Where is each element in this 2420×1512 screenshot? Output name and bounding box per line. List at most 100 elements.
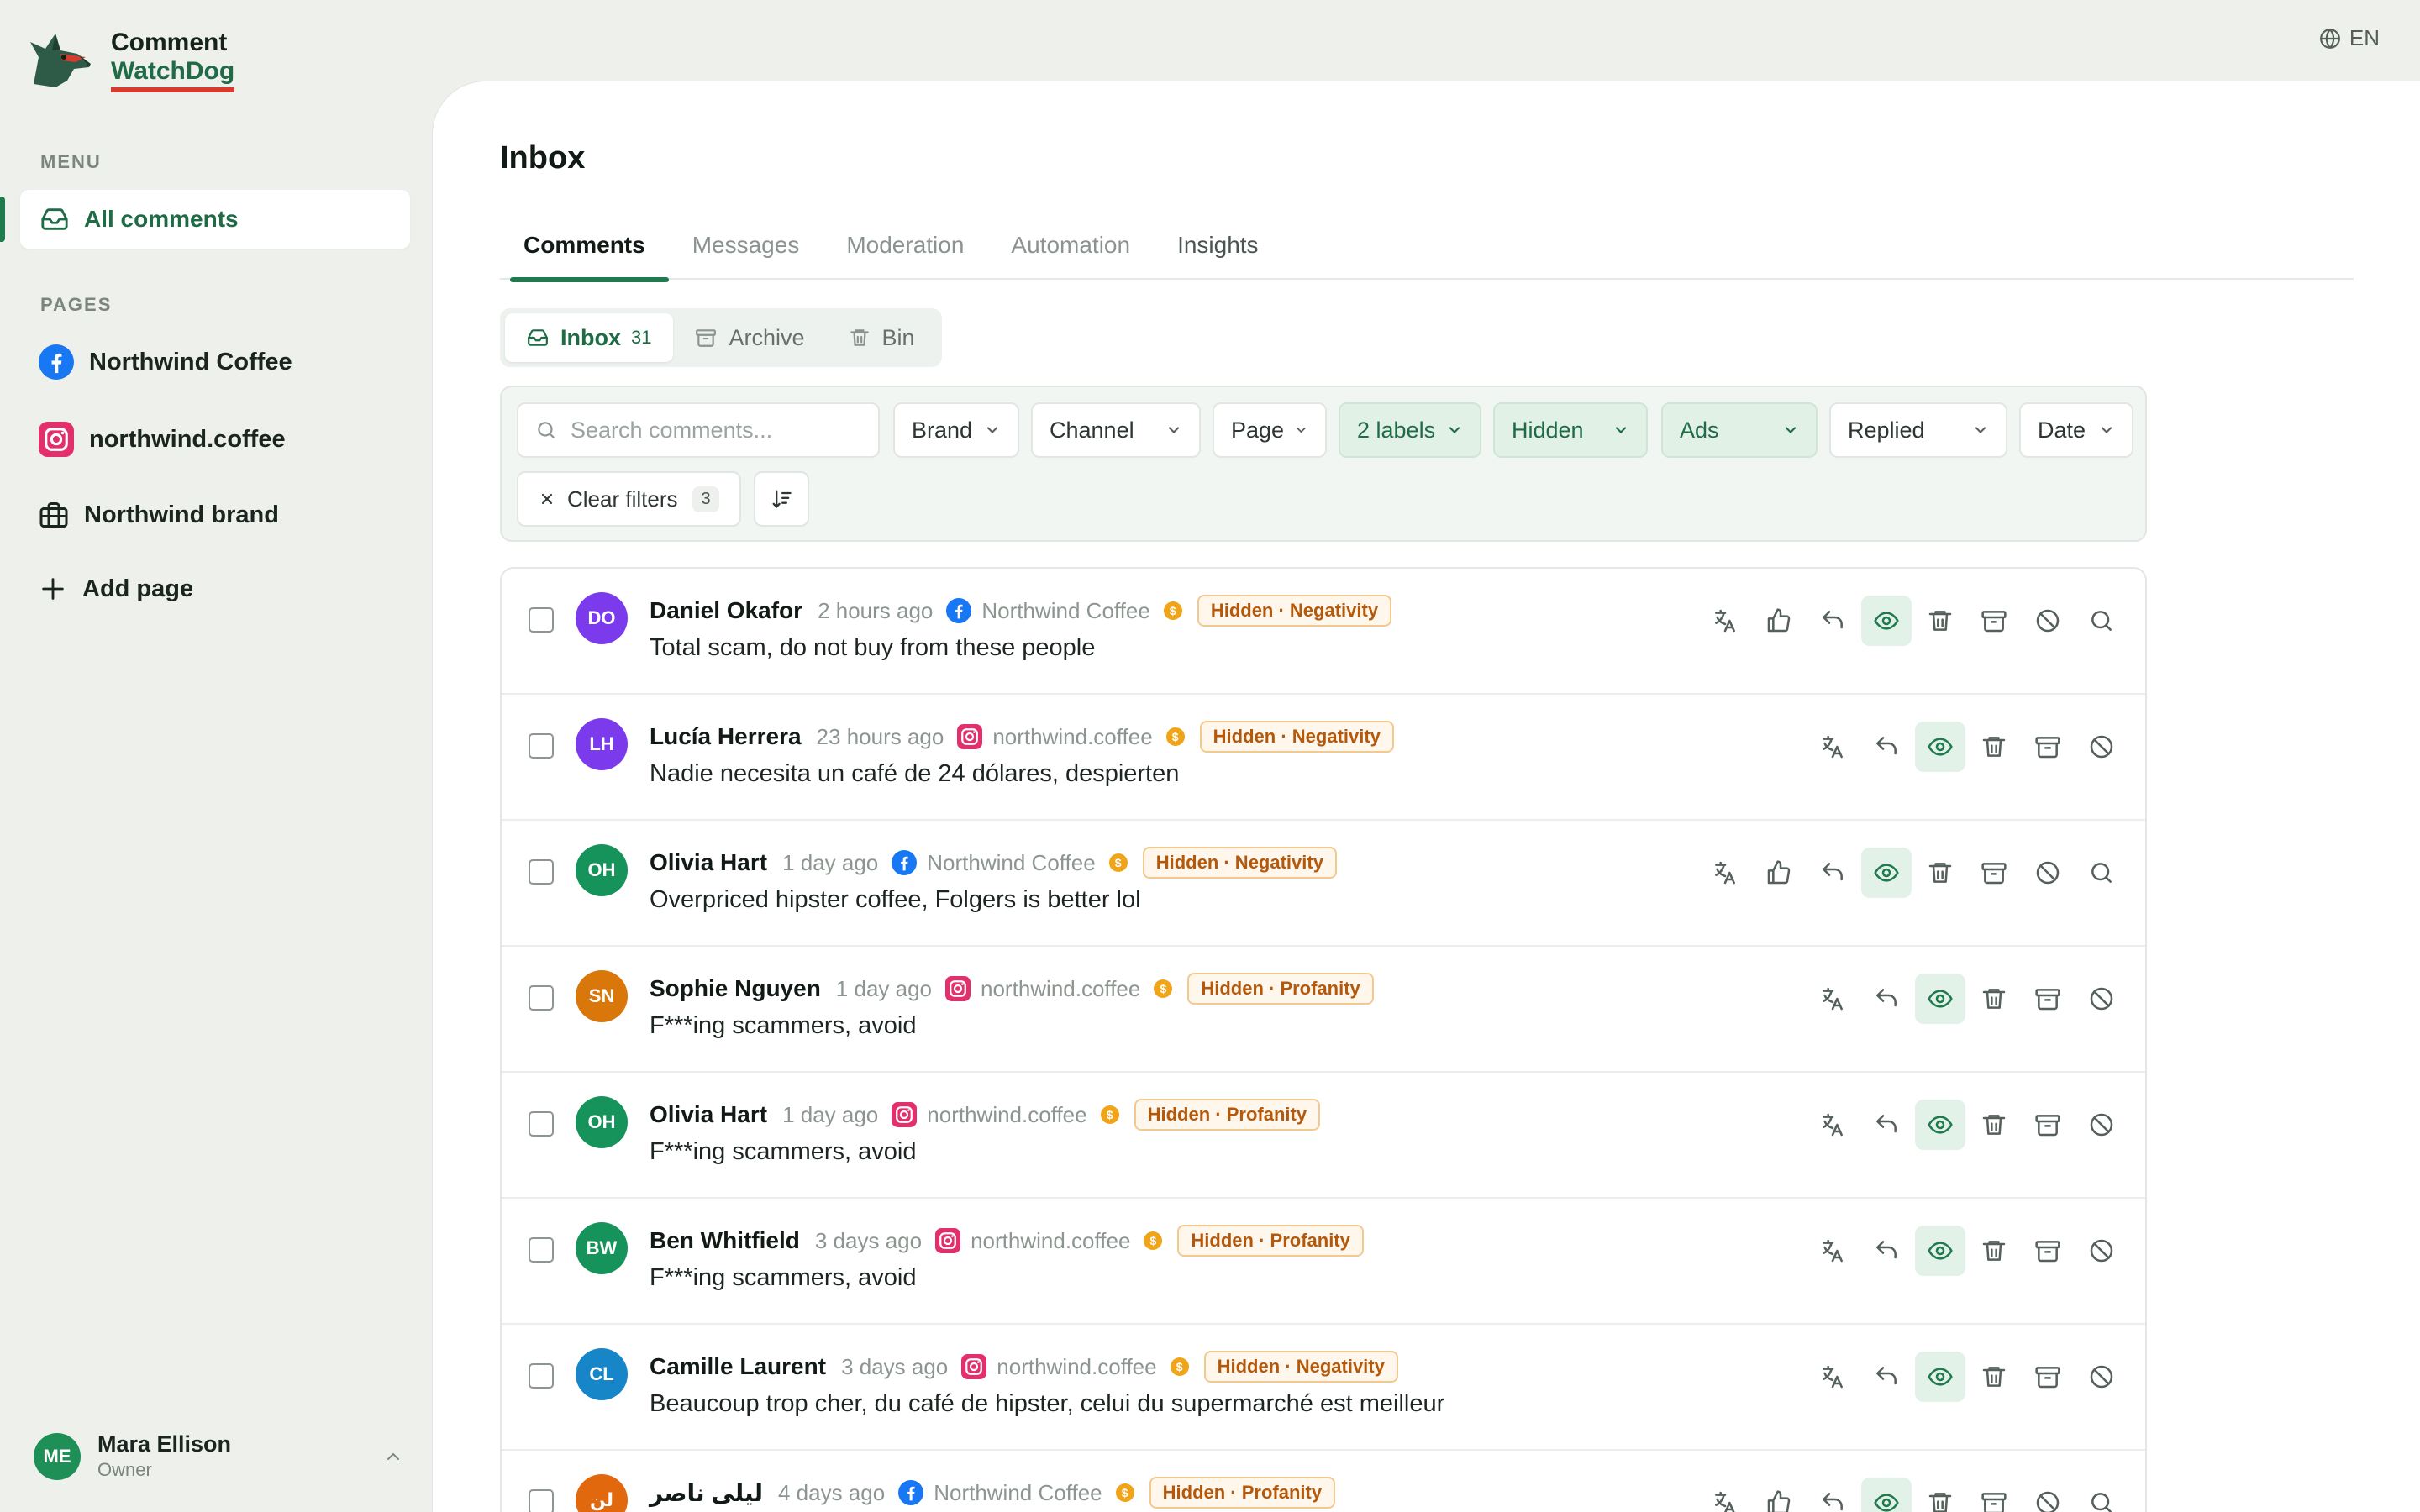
comment-source[interactable]: northwind.coffee [892,1102,1087,1128]
translate-button[interactable] [1807,1226,1858,1276]
translate-button[interactable] [1700,1478,1750,1512]
filter-date-dropdown[interactable]: Date [2019,402,2133,458]
block-user-button[interactable] [2023,596,2073,646]
comment-row[interactable]: BW Ben Whitfield 3 days ago northwind.coffe… [502,1199,2145,1325]
tab-comments[interactable]: Comments [500,224,669,282]
comment-author[interactable]: Sophie Nguyen [650,975,821,1002]
block-user-button[interactable] [2076,1226,2127,1276]
delete-button[interactable] [1915,1478,1965,1512]
unhide-button[interactable] [1861,596,1912,646]
block-user-button[interactable] [2076,974,2127,1024]
comment-row[interactable]: SN Sophie Nguyen 1 day ago northwind.coffee… [502,947,2145,1073]
delete-button[interactable] [1969,1352,2019,1402]
reply-button[interactable] [1807,848,1858,898]
comment-source[interactable]: northwind.coffee [961,1354,1157,1380]
unhide-button[interactable] [1861,848,1912,898]
sort-button[interactable] [754,471,809,527]
archive-button[interactable] [1969,596,2019,646]
unhide-button[interactable] [1915,974,1965,1024]
reply-button[interactable] [1861,722,1912,772]
comment-row[interactable]: OH Olivia Hart 1 day ago Northwind Coffee $ H… [502,821,2145,947]
archive-button[interactable] [2023,722,2073,772]
language-switcher[interactable]: EN [2319,25,2380,51]
translate-button[interactable] [1700,848,1750,898]
translate-button[interactable] [1807,974,1858,1024]
reply-button[interactable] [1807,596,1858,646]
tab-messages[interactable]: Messages [669,224,823,280]
delete-button[interactable] [1915,596,1965,646]
archive-button[interactable] [2023,1352,2073,1402]
unhide-button[interactable] [1915,722,1965,772]
archive-button[interactable] [1969,848,2019,898]
translate-button[interactable] [1807,722,1858,772]
segment-inbox[interactable]: Inbox 31 [505,313,674,362]
filter-replied-dropdown[interactable]: Replied [1829,402,2007,458]
search-input[interactable] [571,417,873,444]
user-menu[interactable]: ME Mara Ellison Owner [34,1431,403,1481]
comment-author[interactable]: ليلى ناصر [650,1479,763,1507]
comment-source[interactable]: Northwind Coffee [946,598,1150,624]
comment-author[interactable]: Olivia Hart [650,849,767,876]
clear-filters-button[interactable]: Clear filters 3 [517,471,741,527]
comment-row[interactable]: DO Daniel Okafor 2 hours ago Northwind Coff… [502,569,2145,695]
block-user-button[interactable] [2076,1100,2127,1150]
segment-bin[interactable]: Bin [827,313,937,362]
comment-row[interactable]: LH Lucía Herrera 23 hours ago northwind.cof… [502,695,2145,821]
comment-source[interactable]: Northwind Coffee [898,1480,1102,1506]
delete-button[interactable] [1969,1100,2019,1150]
comment-row[interactable]: OH Olivia Hart 1 day ago northwind.coffee $ H… [502,1073,2145,1199]
comment-row[interactable]: CL Camille Laurent 3 days ago northwind.cof… [502,1325,2145,1451]
segment-archive[interactable]: Archive [673,313,826,362]
comment-author[interactable]: Lucía Herrera [650,723,802,750]
row-checkbox[interactable] [529,1111,554,1137]
sidebar-page-northwind-ig[interactable]: northwind.coffee [39,418,286,460]
comment-author[interactable]: Camille Laurent [650,1353,826,1380]
reply-button[interactable] [1807,1478,1858,1512]
comment-author[interactable]: Ben Whitfield [650,1227,800,1254]
sidebar-item-all-comments[interactable]: All comments [20,190,410,249]
filter-ads-dropdown[interactable]: Ads [1661,402,1818,458]
archive-button[interactable] [2023,1100,2073,1150]
row-checkbox[interactable] [529,1363,554,1389]
filter-channel-dropdown[interactable]: Channel [1031,402,1201,458]
row-checkbox[interactable] [529,607,554,633]
tab-automation[interactable]: Automation [987,224,1154,280]
row-checkbox[interactable] [529,859,554,885]
add-page-button[interactable]: Add page [39,568,193,610]
reply-button[interactable] [1861,1352,1912,1402]
unhide-button[interactable] [1915,1226,1965,1276]
row-checkbox[interactable] [529,1489,554,1512]
comment-source[interactable]: northwind.coffee [935,1228,1130,1254]
unhide-button[interactable] [1861,1478,1912,1512]
row-checkbox[interactable] [529,733,554,759]
translate-button[interactable] [1807,1352,1858,1402]
filter-hidden-dropdown[interactable]: Hidden [1493,402,1648,458]
block-user-button[interactable] [2076,722,2127,772]
translate-button[interactable] [1807,1100,1858,1150]
delete-button[interactable] [1969,974,2019,1024]
like-button[interactable] [1754,1478,1804,1512]
filter-brand-dropdown[interactable]: Brand [893,402,1019,458]
filter-page-dropdown[interactable]: Page [1213,402,1327,458]
comment-author[interactable]: Olivia Hart [650,1101,767,1128]
comment-source[interactable]: Northwind Coffee [892,850,1096,876]
unhide-button[interactable] [1915,1352,1965,1402]
delete-button[interactable] [1915,848,1965,898]
comment-row[interactable]: لن ليلى ناصر 4 days ago Northwind Coffee $ Hi… [502,1451,2145,1512]
comment-author[interactable]: Daniel Okafor [650,597,802,624]
like-button[interactable] [1754,848,1804,898]
reply-button[interactable] [1861,1226,1912,1276]
inspect-button[interactable] [2076,1478,2127,1512]
block-user-button[interactable] [2023,1478,2073,1512]
filter-labels-dropdown[interactable]: 2 labels [1339,402,1481,458]
archive-button[interactable] [2023,974,2073,1024]
reply-button[interactable] [1861,974,1912,1024]
reply-button[interactable] [1861,1100,1912,1150]
delete-button[interactable] [1969,722,2019,772]
inspect-button[interactable] [2076,596,2127,646]
delete-button[interactable] [1969,1226,2019,1276]
comment-source[interactable]: northwind.coffee [957,724,1153,750]
sidebar-page-northwind-brand[interactable]: Northwind brand [39,494,279,536]
archive-button[interactable] [1969,1478,2019,1512]
block-user-button[interactable] [2023,848,2073,898]
